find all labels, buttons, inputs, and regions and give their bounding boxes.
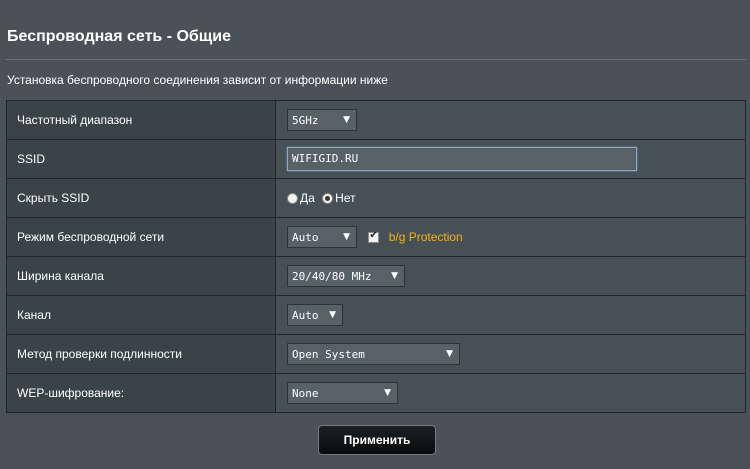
ssid-label: SSID	[6, 139, 276, 179]
hide-ssid-yes-radio[interactable]	[287, 192, 298, 204]
row-hide-ssid: Скрыть SSID Да Нет	[6, 178, 746, 218]
band-select[interactable]: 5GHz ▼	[287, 109, 357, 131]
auth-method-select-value: Open System	[292, 347, 365, 361]
page-title: Беспроводная сеть - Общие	[7, 28, 232, 45]
channel-label: Канал	[6, 295, 276, 335]
band-select-value: 5GHz	[292, 113, 319, 127]
wireless-mode-select[interactable]: Auto ▼	[287, 226, 357, 248]
wireless-mode-select-value: Auto	[292, 230, 319, 244]
triangle-down-icon: ▼	[391, 271, 398, 281]
bg-protection-checkbox[interactable]	[368, 230, 380, 243]
row-wireless-mode: Режим беспроводной сети Auto ▼ b/g Prote…	[6, 217, 746, 257]
title-divider	[6, 59, 746, 60]
row-ssid: SSID WIFIGID.RU	[6, 139, 746, 179]
bg-protection-label: b/g Protection	[388, 230, 463, 244]
triangle-down-icon: ▼	[343, 232, 350, 242]
row-auth-method: Метод проверки подлинности Open System ▼	[6, 334, 746, 374]
row-channel-width: Ширина канала 20/40/80 MHz ▼	[6, 256, 746, 296]
channel-select[interactable]: Auto ▼	[287, 304, 343, 326]
triangle-down-icon: ▼	[446, 349, 453, 359]
hide-ssid-no-radio[interactable]	[322, 192, 334, 204]
channel-width-select[interactable]: 20/40/80 MHz ▼	[287, 265, 405, 287]
hide-ssid-yes-label: Да	[300, 191, 315, 206]
ssid-input[interactable]: WIFIGID.RU	[287, 147, 637, 171]
auth-method-label: Метод проверки подлинности	[6, 334, 276, 374]
wep-select[interactable]: None ▼	[287, 382, 398, 404]
channel-select-value: Auto	[292, 308, 319, 322]
auth-method-select[interactable]: Open System ▼	[287, 343, 460, 365]
band-label: Частотный диапазон	[6, 100, 276, 140]
wep-label: WEP-шифрование:	[6, 373, 276, 413]
wireless-mode-label: Режим беспроводной сети	[6, 217, 276, 257]
row-wep: WEP-шифрование: None ▼	[6, 373, 746, 413]
row-band: Частотный диапазон 5GHz ▼	[6, 100, 746, 140]
row-channel: Канал Auto ▼	[6, 295, 746, 335]
triangle-down-icon: ▼	[343, 115, 350, 125]
page-description: Установка беспроводного соединения завис…	[7, 73, 388, 87]
triangle-down-icon: ▼	[329, 310, 336, 320]
channel-width-select-value: 20/40/80 MHz	[292, 269, 372, 283]
wep-select-value: None	[292, 386, 319, 400]
hide-ssid-label: Скрыть SSID	[6, 178, 276, 218]
apply-button[interactable]: Применить	[318, 425, 436, 455]
settings-table: Частотный диапазон 5GHz ▼ SSID WIFIGID.R…	[6, 100, 746, 413]
channel-width-label: Ширина канала	[6, 256, 276, 296]
hide-ssid-no-label: Нет	[335, 191, 356, 206]
triangle-down-icon: ▼	[384, 388, 391, 398]
